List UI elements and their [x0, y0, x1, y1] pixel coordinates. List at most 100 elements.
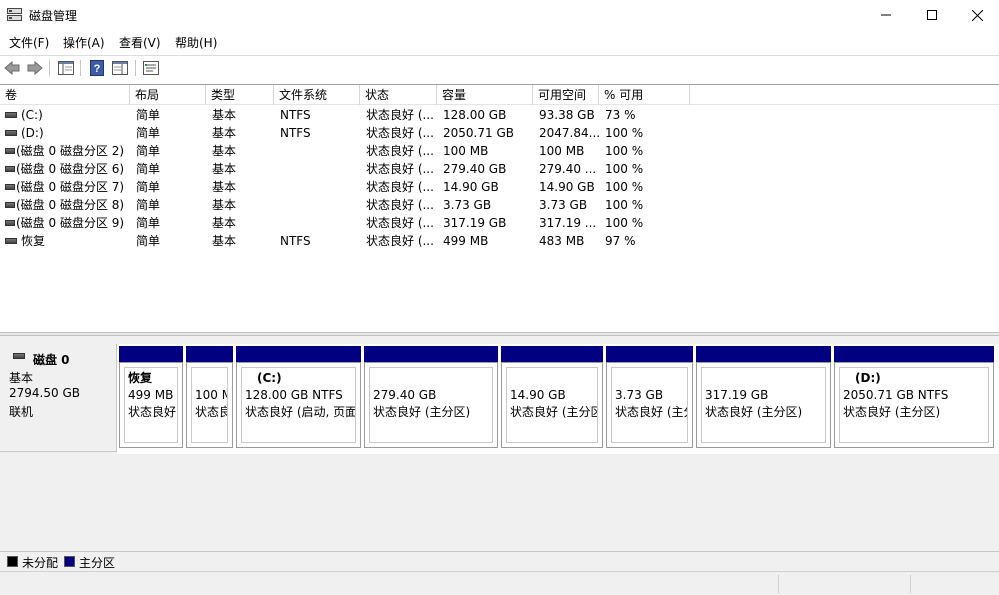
status-cell: 状态良好 (... — [366, 216, 434, 230]
svg-text:?: ? — [94, 63, 101, 75]
layout-cell: 简单 — [136, 216, 161, 230]
volume-icon — [5, 238, 17, 244]
partition-block[interactable]: 100 M 状态良 — [186, 346, 233, 448]
volume-row[interactable]: (磁盘 0 磁盘分区 6) 简单 基本 状态良好 (... 279.40 GB … — [0, 160, 999, 178]
legend-unallocated-label: 未分配 — [22, 556, 59, 570]
partition-body: 恢复 499 MB I 状态良好 — [119, 362, 183, 448]
volume-row[interactable]: 恢复 简单 基本 NTFS 状态良好 (... 499 MB 483 MB 97… — [0, 232, 999, 250]
status-bar — [0, 571, 999, 595]
menu-view[interactable]: 查看(V) — [119, 34, 161, 51]
menu-action[interactable]: 操作(A) — [63, 34, 105, 51]
percent-free-cell: 100 % — [605, 126, 644, 140]
volume-icon — [5, 148, 15, 154]
volume-row[interactable]: (磁盘 0 磁盘分区 9) 简单 基本 状态良好 (... 317.19 GB … — [0, 214, 999, 232]
volume-icon — [5, 166, 15, 172]
capacity-cell: 2050.71 GB — [443, 126, 514, 140]
column-header-percent-free[interactable]: % 可用 — [599, 85, 690, 105]
forward-arrow-icon — [27, 61, 43, 75]
partition-size: 279.40 GB — [373, 388, 437, 402]
column-header-layout[interactable]: 布局 — [130, 85, 206, 105]
percent-free-cell: 100 % — [605, 198, 644, 212]
volume-row[interactable]: (磁盘 0 磁盘分区 7) 简单 基本 状态良好 (... 14.90 GB 1… — [0, 178, 999, 196]
console-tree-button[interactable] — [57, 59, 75, 77]
partition-size: 14.90 GB — [510, 388, 566, 402]
column-header-filesystem[interactable]: 文件系统 — [274, 85, 360, 105]
properties-button[interactable] — [111, 59, 129, 77]
disk-name: 磁盘 0 — [33, 353, 70, 367]
volume-cell: (D:) — [5, 124, 130, 142]
status-cell: 状态良好 (... — [366, 180, 434, 194]
settings-icon — [143, 61, 159, 75]
volume-cell: (磁盘 0 磁盘分区 2) — [5, 142, 130, 160]
volume-row[interactable]: (C:) 简单 基本 NTFS 状态良好 (... 128.00 GB 93.3… — [0, 106, 999, 124]
volume-row[interactable]: (磁盘 0 磁盘分区 8) 简单 基本 状态良好 (... 3.73 GB 3.… — [0, 196, 999, 214]
status-cell: 状态良好 (... — [366, 126, 434, 140]
capacity-cell: 279.40 GB — [443, 162, 507, 176]
partition-block[interactable]: (C:) 128.00 GB NTFS 状态良好 (启动, 页面 — [236, 346, 361, 448]
disk-0-label[interactable]: 磁盘 0 基本 2794.50 GB 联机 — [0, 344, 117, 452]
volume-row[interactable]: (磁盘 0 磁盘分区 2) 简单 基本 状态良好 (... 100 MB 100… — [0, 142, 999, 160]
help-button[interactable]: ? — [88, 59, 106, 77]
menu-help[interactable]: 帮助(H) — [175, 34, 217, 51]
partition-block[interactable]: 279.40 GB 状态良好 (主分区) — [364, 346, 498, 448]
toolbar: ? — [0, 55, 999, 79]
percent-free-cell: 100 % — [605, 216, 644, 230]
percent-free-cell: 97 % — [605, 234, 636, 248]
partition-body: 14.90 GB 状态良好 (主分区 — [501, 362, 603, 448]
partition-name: (C:) — [257, 371, 282, 385]
layout-cell: 简单 — [136, 234, 161, 248]
volume-row[interactable]: (D:) 简单 基本 NTFS 状态良好 (... 2050.71 GB 204… — [0, 124, 999, 142]
settings-button[interactable] — [142, 59, 160, 77]
console-tree-icon — [58, 61, 74, 75]
forward-button[interactable] — [26, 59, 44, 77]
minimize-button[interactable] — [863, 0, 909, 30]
partition-block[interactable]: 3.73 GB 状态良好 (主分 — [606, 346, 693, 448]
partition-size: 128.00 GB NTFS — [245, 388, 343, 402]
type-cell: 基本 — [212, 162, 237, 176]
volume-cell: (C:) — [5, 106, 130, 124]
free-space-cell: 2047.84... — [539, 126, 601, 140]
title-bar: 磁盘管理 — [0, 0, 999, 30]
column-header-volume[interactable]: 卷 — [0, 85, 130, 105]
status-cell: 状态良好 (... — [366, 198, 434, 212]
filesystem-cell: NTFS — [280, 108, 311, 122]
partition-status: 状态良好 (主分区 — [510, 405, 597, 419]
menu-file[interactable]: 文件(F) — [9, 34, 49, 51]
partition-size: 499 MB I — [128, 388, 177, 402]
column-header-free-space[interactable]: 可用空间 — [533, 85, 599, 105]
volume-cell: (磁盘 0 磁盘分区 6) — [5, 160, 130, 178]
maximize-icon — [927, 10, 937, 20]
disk-state: 联机 — [9, 405, 34, 419]
status-divider — [778, 575, 779, 593]
layout-cell: 简单 — [136, 162, 161, 176]
status-cell: 状态良好 (... — [366, 144, 434, 158]
status-cell: 状态良好 (... — [366, 234, 434, 248]
partition-bar — [606, 346, 693, 362]
partition-block[interactable]: 317.19 GB 状态良好 (主分区) — [696, 346, 831, 448]
maximize-button[interactable] — [909, 0, 955, 30]
disk-graph-view: 磁盘 0 基本 2794.50 GB 联机 恢复 499 MB I 状态良好 1… — [0, 336, 999, 551]
partition-name — [373, 370, 492, 387]
type-cell: 基本 — [212, 144, 237, 158]
column-header-capacity[interactable]: 容量 — [437, 85, 533, 105]
layout-cell: 简单 — [136, 108, 161, 122]
back-button[interactable] — [3, 59, 21, 77]
status-cell: 状态良好 (... — [366, 162, 434, 176]
partition-status: 状态良好 (主分区) — [705, 405, 803, 419]
partition-block[interactable]: 恢复 499 MB I 状态良好 — [119, 346, 183, 448]
partition-name — [615, 370, 687, 387]
partition-bar — [236, 346, 361, 362]
capacity-cell: 100 MB — [443, 144, 489, 158]
column-header-status[interactable]: 状态 — [360, 85, 437, 105]
properties-icon — [112, 61, 128, 75]
free-space-cell: 3.73 GB — [539, 198, 588, 212]
column-header-type[interactable]: 类型 — [206, 85, 274, 105]
partition-block[interactable]: (D:) 2050.71 GB NTFS 状态良好 (主分区) — [834, 346, 994, 448]
volume-icon — [5, 112, 17, 118]
partition-name: 恢复 — [128, 371, 153, 385]
close-button[interactable] — [954, 0, 999, 30]
volume-icon — [5, 202, 15, 208]
volume-icon — [5, 130, 17, 136]
partition-body: (C:) 128.00 GB NTFS 状态良好 (启动, 页面 — [236, 362, 361, 448]
partition-block[interactable]: 14.90 GB 状态良好 (主分区 — [501, 346, 603, 448]
